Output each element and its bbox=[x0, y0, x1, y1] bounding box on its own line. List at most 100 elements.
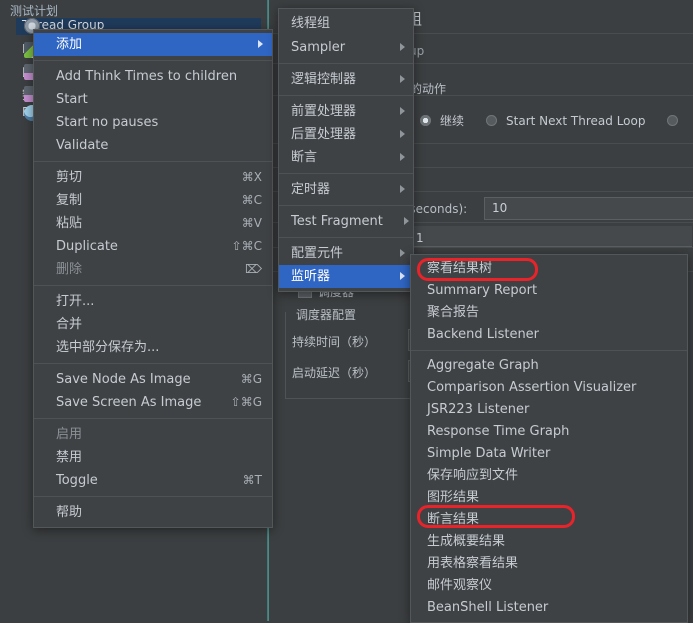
menu-item-label: 定时器 bbox=[291, 182, 331, 197]
menu-item-delete[interactable]: 删除 ⌦ bbox=[34, 258, 272, 281]
menu-item-label: Save Screen As Image bbox=[56, 395, 202, 410]
startup-delay-label: 启动延迟（秒） bbox=[292, 366, 377, 380]
menu-item-add[interactable]: 添加 bbox=[34, 33, 272, 56]
app-root: 测试计划 Thread Group HT 断 察 Re bbox=[0, 0, 693, 623]
radio-continue[interactable] bbox=[420, 115, 431, 126]
listener-item-response-time-graph[interactable]: Response Time Graph bbox=[411, 421, 687, 443]
menu-item-label: Sampler bbox=[291, 40, 346, 55]
menu-item-paste[interactable]: 粘贴 ⌘V bbox=[34, 212, 272, 235]
menu-separator bbox=[34, 60, 272, 61]
tree-root-label: 测试计划 bbox=[10, 4, 59, 18]
radio-start-next-thread-loop-label: Start Next Thread Loop bbox=[506, 113, 646, 128]
menu-item-shortcut: ⇧⌘C bbox=[231, 239, 262, 253]
chevron-right-icon bbox=[400, 107, 405, 115]
menu-item-label: 合并 bbox=[56, 317, 83, 332]
chevron-right-icon bbox=[400, 249, 405, 257]
listener-item-simple-data-writer[interactable]: Simple Data Writer bbox=[411, 443, 687, 465]
menu-item-label: 生成概要结果 bbox=[427, 534, 506, 549]
chevron-right-icon bbox=[404, 217, 409, 225]
scheduler-config-title: 调度器配置 bbox=[293, 306, 360, 323]
menu-item-label: Test Fragment bbox=[291, 214, 383, 229]
menu-separator bbox=[34, 496, 272, 497]
listener-item-assertion-results[interactable]: 断言结果 bbox=[411, 509, 687, 531]
menu-item-label: 用表格察看结果 bbox=[427, 556, 519, 571]
menu-separator bbox=[411, 350, 687, 351]
listener-item-generate-summary-results[interactable]: 生成概要结果 bbox=[411, 531, 687, 553]
listener-item-comparison-assertion-visualizer[interactable]: Comparison Assertion Visualizer bbox=[411, 377, 687, 399]
radio-third-option[interactable] bbox=[667, 115, 679, 126]
listener-submenu[interactable]: 察看结果树 Summary Report 聚合报告 Backend Listen… bbox=[410, 254, 688, 623]
menu-item-shortcut: ⌘T bbox=[242, 473, 262, 487]
chevron-right-icon bbox=[400, 43, 405, 51]
listener-item-mailer-visualizer[interactable]: 邮件观察仪 bbox=[411, 575, 687, 597]
menu-item-cut[interactable]: 剪切 ⌘X bbox=[34, 166, 272, 189]
chevron-right-icon bbox=[258, 40, 263, 48]
loop-count-input[interactable] bbox=[412, 226, 692, 247]
menu-item-label: 邮件观察仪 bbox=[427, 578, 493, 593]
menu-item-validate[interactable]: Validate bbox=[34, 134, 272, 157]
listener-item-view-results-tree[interactable]: 察看结果树 bbox=[411, 258, 687, 280]
submenu-item-listener[interactable]: 监听器 bbox=[279, 265, 413, 288]
menu-item-label: 保存响应到文件 bbox=[427, 468, 519, 483]
menu-item-label: Aggregate Graph bbox=[427, 358, 539, 373]
listener-item-backend-listener[interactable]: Backend Listener bbox=[411, 324, 687, 346]
radio-continue-label: 继续 bbox=[440, 114, 465, 128]
listener-item-aggregate-graph[interactable]: Aggregate Graph bbox=[411, 355, 687, 377]
menu-item-start[interactable]: Start bbox=[34, 88, 272, 111]
menu-item-label: 禁用 bbox=[56, 450, 83, 465]
submenu-item-post-processor[interactable]: 后置处理器 bbox=[279, 123, 413, 146]
menu-item-save-node-as-image[interactable]: Save Node As Image ⌘G bbox=[34, 368, 272, 391]
menu-item-label: 帮助 bbox=[56, 505, 83, 520]
loop-count-value: 1 bbox=[416, 231, 424, 245]
ramp-up-seconds-input[interactable] bbox=[484, 197, 693, 220]
menu-item-label: 断言结果 bbox=[427, 512, 480, 527]
menu-item-copy[interactable]: 复制 ⌘C bbox=[34, 189, 272, 212]
error-action-radio-group[interactable]: 继续 Start Next Thread Loop bbox=[420, 112, 679, 129]
listener-item-jsr223-listener[interactable]: JSR223 Listener bbox=[411, 399, 687, 421]
menu-separator bbox=[34, 285, 272, 286]
menu-item-disable[interactable]: 禁用 bbox=[34, 446, 272, 469]
menu-separator bbox=[34, 161, 272, 162]
chevron-right-icon bbox=[400, 153, 405, 161]
menu-item-duplicate[interactable]: Duplicate ⇧⌘C bbox=[34, 235, 272, 258]
submenu-item-assertion[interactable]: 断言 bbox=[279, 146, 413, 169]
menu-item-label: Simple Data Writer bbox=[427, 446, 551, 461]
menu-item-start-no-pauses[interactable]: Start no pauses bbox=[34, 111, 272, 134]
submenu-item-sampler[interactable]: Sampler bbox=[279, 36, 413, 59]
submenu-item-thread-group[interactable]: 线程组 bbox=[279, 12, 413, 36]
menu-item-label: 线程组 bbox=[291, 16, 331, 31]
menu-item-save-screen-as-image[interactable]: Save Screen As Image ⇧⌘G bbox=[34, 391, 272, 414]
listener-item-save-responses-to-file[interactable]: 保存响应到文件 bbox=[411, 465, 687, 487]
menu-item-label: 察看结果树 bbox=[427, 261, 493, 276]
menu-separator bbox=[34, 418, 272, 419]
menu-item-toggle[interactable]: Toggle ⌘T bbox=[34, 469, 272, 492]
listener-item-beanshell-listener[interactable]: BeanShell Listener bbox=[411, 597, 687, 619]
menu-separator bbox=[279, 205, 413, 206]
submenu-item-timer[interactable]: 定时器 bbox=[279, 178, 413, 201]
menu-item-label: 复制 bbox=[56, 193, 83, 208]
menu-item-merge[interactable]: 合并 bbox=[34, 313, 272, 336]
menu-item-open[interactable]: 打开... bbox=[34, 290, 272, 313]
submenu-item-test-fragment[interactable]: Test Fragment bbox=[279, 210, 413, 233]
submenu-item-config-element[interactable]: 配置元件 bbox=[279, 242, 413, 265]
menu-separator bbox=[279, 95, 413, 96]
menu-item-label: 剪切 bbox=[56, 170, 83, 185]
menu-item-help[interactable]: 帮助 bbox=[34, 501, 272, 524]
menu-item-save-selection-as[interactable]: 选中部分保存为... bbox=[34, 336, 272, 359]
radio-start-next-thread-loop[interactable] bbox=[486, 115, 498, 126]
menu-item-enable[interactable]: 启用 bbox=[34, 423, 272, 446]
menu-item-label: 添加 bbox=[56, 37, 83, 52]
menu-item-label: Comparison Assertion Visualizer bbox=[427, 380, 637, 395]
menu-item-shortcut: ⌘G bbox=[240, 372, 262, 386]
submenu-item-pre-processor[interactable]: 前置处理器 bbox=[279, 100, 413, 123]
listener-item-aggregate-report[interactable]: 聚合报告 bbox=[411, 302, 687, 324]
menu-item-add-think-times[interactable]: Add Think Times to children bbox=[34, 65, 272, 88]
listener-item-summary-report[interactable]: Summary Report bbox=[411, 280, 687, 302]
tree-context-menu[interactable]: 添加 Add Think Times to children Start Sta… bbox=[33, 29, 273, 528]
chevron-right-icon bbox=[400, 75, 405, 83]
menu-item-label: BeanShell Listener bbox=[427, 600, 549, 615]
listener-item-view-results-in-table[interactable]: 用表格察看结果 bbox=[411, 553, 687, 575]
listener-item-graph-results[interactable]: 图形结果 bbox=[411, 487, 687, 509]
submenu-item-logic-controller[interactable]: 逻辑控制器 bbox=[279, 68, 413, 91]
add-submenu[interactable]: 线程组 Sampler 逻辑控制器 前置处理器 后置处理器 断言 定时器 Tes… bbox=[278, 8, 414, 292]
